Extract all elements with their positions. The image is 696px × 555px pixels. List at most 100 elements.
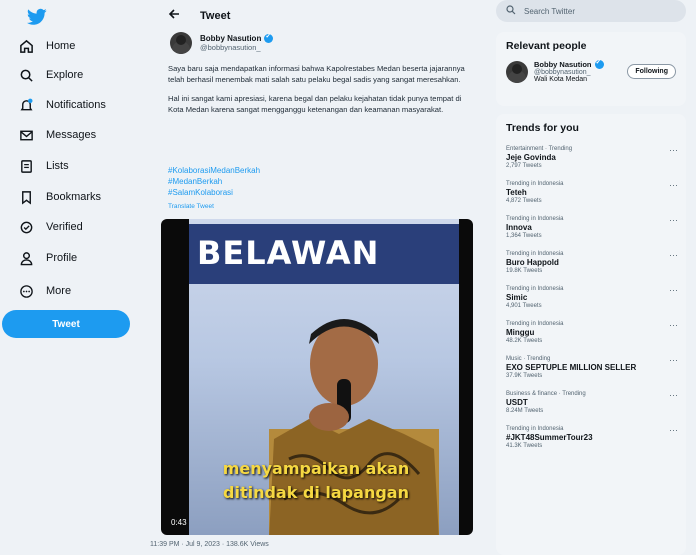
more-options-icon[interactable]: ···	[669, 215, 678, 225]
bell-icon	[18, 97, 34, 113]
trend-item[interactable]: Trending in Indonesia Teteh 4,872 Tweets ··…	[496, 177, 686, 212]
video-banner-text: BELAWAN	[197, 234, 380, 272]
relevant-people-title: Relevant people	[506, 40, 587, 52]
trend-category: Trending in Indonesia	[506, 251, 564, 257]
hashtag-link[interactable]: #SalamKolaborasi	[168, 187, 260, 198]
trend-count: 37.9K Tweets	[506, 373, 543, 379]
search-input[interactable]: Search Twitter	[496, 0, 686, 22]
verified-icon	[18, 219, 34, 235]
search-icon	[506, 5, 516, 17]
sidebar-item-more[interactable]: More	[18, 283, 71, 299]
trend-category: Trending in Indonesia	[506, 321, 564, 327]
bookmark-icon	[18, 189, 34, 205]
trend-name: #JKT48SummerTour23	[506, 433, 593, 442]
list-icon	[18, 158, 34, 174]
sidebar-item-label: Bookmarks	[46, 191, 102, 203]
sidebar-item-messages[interactable]: Messages	[18, 127, 96, 143]
author-handle[interactable]: @bobbynasution_	[200, 43, 273, 52]
sidebar-item-profile[interactable]: Profile	[18, 250, 77, 266]
envelope-icon	[18, 127, 34, 143]
verified-badge-icon	[264, 32, 274, 43]
video-caption-line-2: ditindak di lapangan	[223, 483, 409, 502]
trend-item[interactable]: Trending in Indonesia #JKT48SummerTour23 4…	[496, 422, 686, 457]
user-icon	[18, 250, 34, 266]
trend-name: USDT	[506, 398, 528, 407]
video-timecode: 0:43	[171, 518, 187, 527]
trend-count: 1,364 Tweets	[506, 233, 542, 239]
trend-category: Trending in Indonesia	[506, 426, 564, 432]
more-options-icon[interactable]: ···	[669, 425, 678, 435]
tweet-author[interactable]: Bobby Nasution @bobbynasution_	[170, 32, 274, 54]
more-options-icon[interactable]: ···	[669, 145, 678, 155]
trend-category: Business & finance · Trending	[506, 391, 586, 397]
sidebar-item-label: Notifications	[46, 99, 106, 111]
sidebar-item-label: Messages	[46, 129, 97, 141]
sidebar-item-label: Verified	[46, 221, 83, 233]
trend-item[interactable]: Business & finance · Trending USDT 8.24M T…	[496, 387, 686, 422]
trend-name: Jeje Govinda	[506, 153, 556, 162]
trend-name: Simic	[506, 293, 528, 302]
person-name[interactable]: Bobby Nasution	[534, 60, 592, 69]
left-sidebar: Home Explore Notifications Messages List…	[0, 0, 150, 555]
trend-category: Trending in Indonesia	[506, 216, 564, 222]
trend-count: 2,797 Tweets	[506, 163, 542, 169]
sidebar-item-label: Home	[46, 40, 76, 52]
trend-item[interactable]: Music · Trending EXO SEPTUPLE MILLION SEL…	[496, 352, 686, 387]
avatar[interactable]	[170, 32, 192, 54]
sidebar-item-lists[interactable]: Lists	[18, 158, 69, 174]
more-options-icon[interactable]: ···	[669, 180, 678, 190]
sidebar-item-notifications[interactable]: Notifications	[18, 97, 106, 113]
trend-item[interactable]: Trending in Indonesia Simic 4,901 Tweets ··…	[496, 282, 686, 317]
author-name[interactable]: Bobby Nasution	[200, 34, 261, 43]
sidebar-item-explore[interactable]: Explore	[18, 67, 83, 83]
twitter-bird-icon[interactable]	[27, 8, 47, 26]
trend-category: Trending in Indonesia	[506, 181, 564, 187]
video-banner: BELAWAN	[189, 224, 459, 284]
hashtag-link[interactable]: #MedanBerkah	[168, 176, 260, 187]
more-options-icon[interactable]: ···	[669, 320, 678, 330]
more-options-icon[interactable]: ···	[669, 250, 678, 260]
trend-name: Teteh	[506, 188, 527, 197]
relevant-person[interactable]: Bobby Nasution @bobbynasution_ Wali Kota…	[496, 58, 686, 83]
trend-count: 48.2K Tweets	[506, 338, 543, 344]
right-sidebar: Search Twitter Relevant people Bobby Nas…	[490, 0, 696, 555]
hashtag-link[interactable]: #KolaborasiMedanBerkah	[168, 165, 260, 176]
sidebar-item-label: More	[46, 285, 72, 297]
sidebar-item-label: Explore	[46, 69, 84, 81]
back-arrow-icon[interactable]	[168, 8, 180, 23]
translate-tweet-link[interactable]: Translate Tweet	[168, 203, 214, 210]
more-options-icon[interactable]: ···	[669, 355, 678, 365]
verified-badge-icon	[594, 58, 604, 69]
trend-category: Trending in Indonesia	[506, 286, 564, 292]
more-options-icon[interactable]: ···	[669, 390, 678, 400]
following-button[interactable]: Following	[627, 64, 676, 79]
tweet-header: Tweet	[168, 8, 230, 23]
trend-name: EXO SEPTUPLE MILLION SELLER	[506, 363, 637, 372]
more-options-icon[interactable]: ···	[669, 285, 678, 295]
person-handle: @bobbynasution_	[534, 69, 591, 76]
tweet-paragraph-2: Hal ini sangat kami apresiasi, karena be…	[168, 94, 462, 114]
tweet-button[interactable]: Tweet	[2, 310, 130, 338]
tweet-body: Saya baru saja mendapatkan informasi bah…	[168, 63, 468, 123]
more-icon	[18, 283, 34, 299]
trends-panel: Trends for you Entertainment · Trending J…	[496, 114, 686, 555]
sidebar-item-label: Lists	[46, 160, 69, 172]
sidebar-item-home[interactable]: Home	[18, 38, 75, 54]
search-placeholder: Search Twitter	[524, 6, 575, 16]
sidebar-item-verified[interactable]: Verified	[18, 219, 83, 235]
sidebar-item-label: Profile	[46, 252, 78, 264]
trend-count: 4,901 Tweets	[506, 303, 542, 309]
video-player[interactable]: BELAWAN menyampaikan akan ditindak di la…	[161, 219, 473, 535]
video-caption-line-1: menyampaikan akan	[222, 459, 410, 478]
trend-name: Innova	[506, 223, 532, 232]
trends-title: Trends for you	[506, 122, 579, 134]
trend-count: 4,872 Tweets	[506, 198, 542, 204]
trend-name: Buro Happold	[506, 258, 559, 267]
trend-category: Entertainment · Trending	[506, 146, 573, 152]
sidebar-item-bookmarks[interactable]: Bookmarks	[18, 189, 101, 205]
trend-item[interactable]: Trending in Indonesia Minggu 48.2K Tweets ·…	[496, 317, 686, 352]
trend-item[interactable]: Entertainment · Trending Jeje Govinda 2,79…	[496, 142, 686, 177]
trend-item[interactable]: Trending in Indonesia Innova 1,364 Tweets ·…	[496, 212, 686, 247]
avatar[interactable]	[506, 60, 528, 83]
trend-item[interactable]: Trending in Indonesia Buro Happold 19.8K T…	[496, 247, 686, 282]
